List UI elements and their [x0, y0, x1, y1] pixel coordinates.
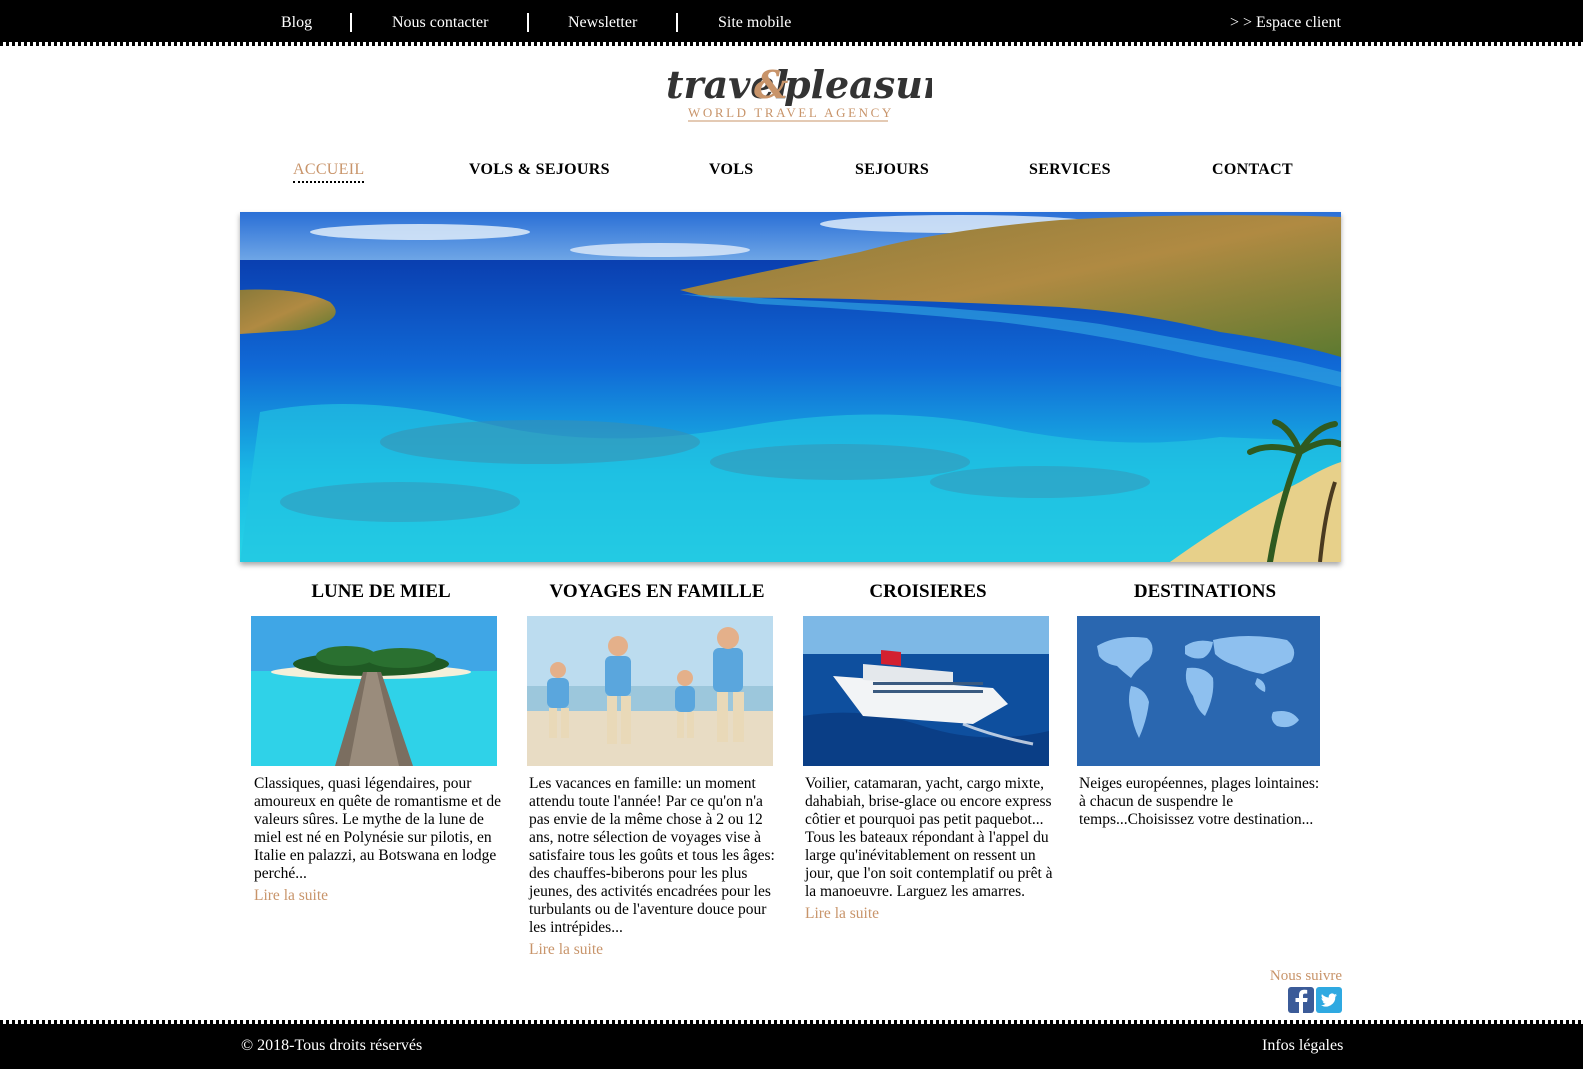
- facebook-icon[interactable]: [1288, 987, 1314, 1013]
- copyright-text: © 2018-Tous droits réservés: [241, 1037, 423, 1054]
- nav-services[interactable]: SERVICES: [1029, 161, 1111, 179]
- top-link-contact[interactable]: Nous contacter: [392, 14, 488, 32]
- column-description: Les vacances en famille: un moment atten…: [529, 775, 775, 936]
- top-link-blog[interactable]: Blog: [281, 14, 312, 32]
- logo-tagline: WORLD TRAVEL AGENCY: [688, 105, 894, 120]
- follow-us-label: Nous suivre: [1269, 968, 1342, 984]
- column-description: Classiques, quasi légendaires, pour amou…: [254, 775, 502, 882]
- nav-flights-stays[interactable]: VOLS & SEJOURS: [469, 161, 610, 179]
- top-bar-border: [0, 42, 1583, 46]
- top-separator: [676, 13, 678, 32]
- legal-info-link[interactable]: Infos légales: [1262, 1037, 1343, 1055]
- column-title-destinations: DESTINATIONS: [1133, 581, 1277, 602]
- column-text-honeymoon: Classiques, quasi légendaires, pour amou…: [254, 775, 502, 905]
- read-more-link[interactable]: Lire la suite: [529, 941, 777, 959]
- column-text-family: Les vacances en famille: un moment atten…: [529, 775, 777, 959]
- column-title-honeymoon: LUNE DE MIEL: [311, 581, 451, 602]
- nav-flights[interactable]: VOLS: [709, 161, 753, 179]
- top-link-newsletter[interactable]: Newsletter: [568, 14, 637, 32]
- nav-contact[interactable]: CONTACT: [1212, 161, 1293, 179]
- nav-home[interactable]: ACCUEIL: [293, 161, 365, 183]
- nav-stays[interactable]: SEJOURS: [855, 161, 929, 179]
- column-text-destinations: Neiges européennes, plages lointaines: à…: [1079, 775, 1327, 829]
- client-area-link[interactable]: > > Espace client: [1230, 14, 1341, 32]
- cruise-image[interactable]: [803, 616, 1049, 766]
- world-map-image[interactable]: [1077, 616, 1320, 766]
- read-more-link[interactable]: Lire la suite: [805, 905, 1053, 923]
- column-description: Neiges européennes, plages lointaines: à…: [1079, 775, 1320, 828]
- twitter-icon[interactable]: [1316, 987, 1342, 1013]
- top-bar: [0, 0, 1583, 42]
- top-separator: [350, 13, 352, 32]
- hero-banner-image: [240, 212, 1341, 562]
- honeymoon-image[interactable]: [251, 616, 497, 766]
- column-description: Voilier, catamaran, yacht, cargo mixte, …: [805, 775, 1053, 900]
- logo-word-pleasure: pleasure: [784, 62, 932, 107]
- family-trip-image[interactable]: [527, 616, 773, 766]
- footer-bar: [0, 1024, 1583, 1069]
- column-text-cruises: Voilier, catamaran, yacht, cargo mixte, …: [805, 775, 1053, 923]
- logo-graphic: travel & pleasure WORLD TRAVEL AGENCY: [666, 62, 967, 122]
- site-logo[interactable]: travel & pleasure WORLD TRAVEL AGENCY: [650, 60, 967, 124]
- top-link-mobile[interactable]: Site mobile: [718, 14, 791, 32]
- read-more-link[interactable]: Lire la suite: [254, 887, 502, 905]
- column-title-cruises: CROISIERES: [869, 581, 987, 602]
- column-title-family: VOYAGES EN FAMILLE: [549, 581, 765, 602]
- top-separator: [527, 13, 529, 32]
